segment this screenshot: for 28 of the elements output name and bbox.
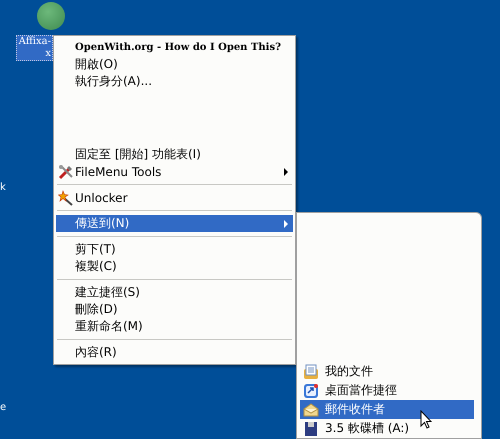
shortcut-icon xyxy=(303,382,319,398)
icon-label[interactable]: Affixa- x xyxy=(16,35,53,61)
tools-icon xyxy=(58,164,74,180)
menu-item[interactable]: 我的文件 xyxy=(300,362,474,381)
menu-item[interactable]: 桌面當作捷徑 xyxy=(300,381,474,400)
wand-icon xyxy=(58,190,74,206)
envelope-icon xyxy=(303,402,319,418)
menu-item[interactable]: 開啟(O) xyxy=(56,56,293,73)
floppy-icon xyxy=(303,420,319,436)
menu-item[interactable]: OpenWith.org - How do I Open This? xyxy=(56,39,293,56)
mouse-pointer-icon xyxy=(420,410,432,429)
menu-item[interactable]: 複製(C) xyxy=(56,258,293,275)
menu-item[interactable]: FileMenu Tools xyxy=(56,163,293,180)
menu-item[interactable]: 內容(R) xyxy=(56,344,293,361)
menu-item[interactable]: 建立捷徑(S) xyxy=(56,284,293,301)
icon-label[interactable]: e xyxy=(0,402,6,413)
icon-label[interactable]: k xyxy=(0,182,6,193)
documents-icon xyxy=(303,364,319,380)
menu-item[interactable]: 重新命名(M) xyxy=(56,318,293,335)
program-icon[interactable] xyxy=(37,2,65,30)
menu-item[interactable]: Unlocker xyxy=(56,189,293,206)
menu-item[interactable]: 3.5 軟碟槽 (A:) xyxy=(300,419,474,438)
menu-item[interactable]: 執行身分(A)... xyxy=(56,73,293,90)
menu-item[interactable]: 刪除(D) xyxy=(56,301,293,318)
menu-item[interactable]: 剪下(T) xyxy=(56,241,293,258)
menu-item[interactable]: 固定至 [開始] 功能表(I) xyxy=(56,146,293,163)
menu-item[interactable]: 傳送到(N) xyxy=(56,215,293,232)
menu-item[interactable]: 郵件收件者 xyxy=(300,400,474,419)
